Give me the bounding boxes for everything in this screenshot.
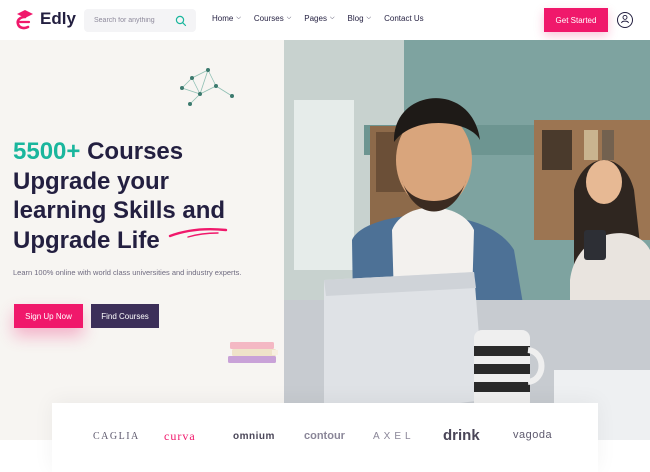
hero-image — [284, 40, 650, 440]
chevron-down-icon: ⌵ — [286, 15, 292, 21]
search-input[interactable] — [94, 17, 172, 24]
find-courses-button[interactable]: Find Courses — [91, 304, 159, 328]
chevron-down-icon: ⌵ — [236, 15, 241, 21]
underline-swoosh-decoration — [168, 226, 230, 245]
search-icon[interactable] — [175, 14, 187, 27]
logo-mortarboard-icon — [14, 8, 36, 30]
hero-title-line3: learning Skills and — [13, 197, 226, 224]
nav-item-label: Home — [212, 14, 234, 23]
user-account-button[interactable] — [617, 12, 633, 28]
search-box[interactable] — [84, 9, 196, 32]
hero-description: Learn 100% online with world class unive… — [13, 268, 242, 277]
brand-logo: vagoda — [513, 429, 553, 441]
user-icon — [620, 11, 630, 29]
brand-logo: AXEL — [373, 431, 415, 442]
brand-logos-strip: CAGLIA curva omnium contour AXEL drink v… — [52, 403, 598, 472]
nav-item-contact[interactable]: Contact Us — [384, 14, 424, 23]
brand-logo: curva — [164, 429, 196, 443]
page: Edly Home ⌵ Courses ⌵ Pages ⌵ — [0, 0, 650, 472]
brand-logo: contour — [304, 430, 345, 442]
nav-item-home[interactable]: Home ⌵ — [212, 14, 241, 23]
network-decoration-icon — [176, 66, 238, 115]
hero-title-line2: Upgrade your — [13, 167, 170, 195]
hero-heading: 5500+ Courses Upgrade your learning Skil… — [13, 137, 275, 255]
nav-item-courses[interactable]: Courses ⌵ — [254, 14, 291, 23]
get-started-button[interactable]: Get Started — [544, 8, 608, 32]
site-header: Edly Home ⌵ Courses ⌵ Pages ⌵ — [0, 0, 650, 40]
logo-text: Edly — [40, 9, 76, 28]
chevron-down-icon: ⌵ — [329, 15, 335, 21]
brand-logo: CAGLIA — [93, 431, 140, 442]
brand-logo: drink — [443, 427, 480, 444]
hero-title-line4: Upgrade Life — [13, 226, 160, 254]
main-nav: Home ⌵ Courses ⌵ Pages ⌵ Blog ⌵ Contact … — [212, 14, 437, 23]
nav-item-label: Contact Us — [384, 14, 424, 23]
nav-item-blog[interactable]: Blog ⌵ — [348, 14, 372, 23]
brand-logo: omnium — [233, 431, 275, 442]
logo[interactable]: Edly — [14, 8, 76, 30]
hero-title-rest: Courses — [80, 138, 184, 165]
nav-item-label: Courses — [253, 14, 284, 23]
sign-up-button[interactable]: Sign Up Now — [14, 304, 83, 328]
chevron-down-icon: ⌵ — [366, 15, 372, 21]
nav-item-label: Pages — [304, 14, 327, 23]
nav-item-label: Blog — [347, 14, 364, 23]
hero-course-count: 5500+ — [13, 138, 81, 165]
books-icon — [226, 340, 282, 371]
nav-item-pages[interactable]: Pages ⌵ — [304, 14, 334, 23]
